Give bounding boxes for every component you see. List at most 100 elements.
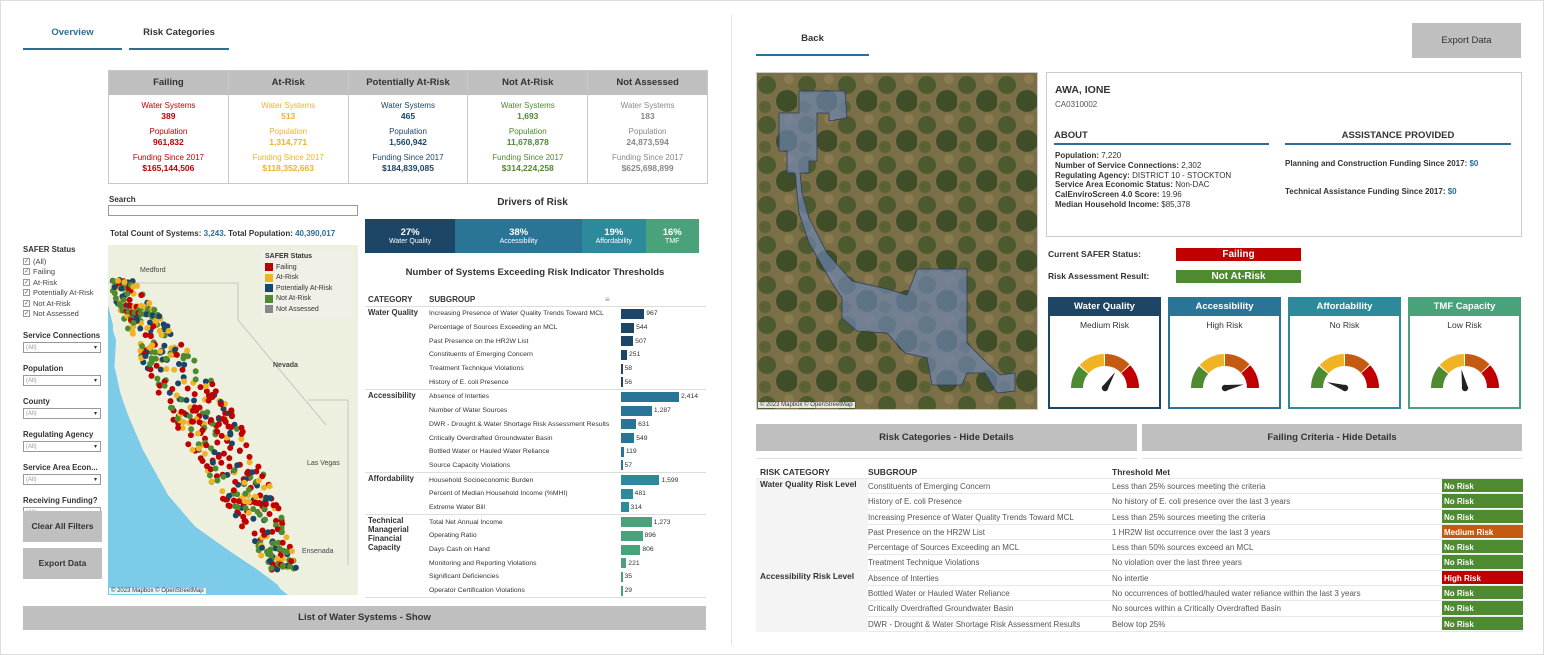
system-point[interactable] xyxy=(232,503,239,510)
exceed-bar[interactable] xyxy=(621,530,643,541)
checkbox[interactable]: ✓ xyxy=(23,310,30,318)
system-point[interactable] xyxy=(255,477,262,484)
exceed-row[interactable]: Constituents of Emerging Concern 251 xyxy=(429,348,706,362)
system-point[interactable] xyxy=(175,380,182,387)
system-point[interactable] xyxy=(154,375,161,382)
exceed-bar[interactable] xyxy=(621,419,637,430)
system-point[interactable] xyxy=(228,424,235,431)
exceed-bar[interactable] xyxy=(621,363,623,374)
filter-dropdown[interactable]: (All) ▾ xyxy=(23,408,101,419)
exceed-row[interactable]: Bottled Water or Hauled Water Reliance 11… xyxy=(429,445,706,459)
exceed-bar[interactable] xyxy=(621,544,641,555)
system-point[interactable] xyxy=(215,453,222,460)
system-point[interactable] xyxy=(255,463,262,470)
export-data-detail-button[interactable]: Export Data xyxy=(1412,23,1521,58)
legend-item[interactable]: At-Risk xyxy=(265,273,349,284)
safer-filter-option[interactable]: ✓ Not At-Risk xyxy=(23,298,103,309)
system-point[interactable] xyxy=(189,407,196,414)
system-point[interactable] xyxy=(194,430,201,437)
exceed-bar[interactable] xyxy=(621,349,628,360)
system-point[interactable] xyxy=(138,302,145,309)
system-point[interactable] xyxy=(184,385,191,392)
exceed-bar[interactable] xyxy=(621,391,679,402)
system-point[interactable] xyxy=(168,404,174,411)
system-point[interactable] xyxy=(147,333,154,340)
system-point[interactable] xyxy=(202,383,209,390)
driver-segment[interactable]: 19% Affordability xyxy=(582,219,646,253)
legend-item[interactable]: Failing xyxy=(265,262,349,273)
system-point[interactable] xyxy=(227,444,234,451)
risk-table-row[interactable]: DWR - Drought & Water Shortage Risk Asse… xyxy=(868,616,1523,632)
system-point[interactable] xyxy=(173,351,180,358)
system-point[interactable] xyxy=(218,432,225,439)
system-point[interactable] xyxy=(258,552,265,559)
system-point[interactable] xyxy=(133,283,140,289)
system-point[interactable] xyxy=(283,534,290,541)
system-point[interactable] xyxy=(197,455,204,462)
exceed-bar[interactable] xyxy=(621,488,633,499)
sort-icon[interactable]: ≡ xyxy=(605,295,610,306)
risk-table-row[interactable]: Constituents of Emerging Concern Less tha… xyxy=(868,479,1523,495)
system-point[interactable] xyxy=(227,429,234,436)
system-point[interactable] xyxy=(191,357,198,364)
system-point[interactable] xyxy=(163,366,170,372)
system-point[interactable] xyxy=(191,397,197,404)
exceed-row[interactable]: Household Socioeconomic Burden 1,599 xyxy=(429,473,706,487)
system-point[interactable] xyxy=(111,284,118,291)
exceed-bar[interactable] xyxy=(621,585,623,596)
system-point[interactable] xyxy=(288,548,295,555)
system-point[interactable] xyxy=(167,352,174,359)
system-point[interactable] xyxy=(120,296,127,303)
system-point[interactable] xyxy=(262,516,268,523)
system-point[interactable] xyxy=(188,426,195,433)
checkbox[interactable]: ✓ xyxy=(23,268,30,276)
exceed-row[interactable]: Treatment Technique Violations 58 xyxy=(429,362,706,376)
system-point[interactable] xyxy=(228,407,235,414)
risk-table-row[interactable]: Bottled Water or Hauled Water Reliance No… xyxy=(868,586,1523,602)
risk-table-row[interactable]: Absence of Interties No intertie High Risk xyxy=(868,570,1523,587)
system-point[interactable] xyxy=(144,325,151,332)
exceed-row[interactable]: Operator Certification Violations 29 xyxy=(429,584,706,598)
system-point[interactable] xyxy=(171,366,178,373)
system-point[interactable] xyxy=(129,330,136,337)
system-point[interactable] xyxy=(267,551,274,558)
satellite-map[interactable]: © 2023 Mapbox © OpenStreetMap xyxy=(756,72,1038,410)
tab-overview[interactable]: Overview xyxy=(23,22,122,50)
system-point[interactable] xyxy=(142,332,149,339)
system-point[interactable] xyxy=(250,506,257,512)
system-point[interactable] xyxy=(169,386,176,392)
system-point[interactable] xyxy=(155,389,162,396)
system-point[interactable] xyxy=(273,502,280,509)
system-point[interactable] xyxy=(236,447,243,454)
system-point[interactable] xyxy=(163,355,170,362)
system-point[interactable] xyxy=(287,563,294,570)
exceed-row[interactable]: Significant Deficiencies 35 xyxy=(429,570,706,584)
exceed-bar[interactable] xyxy=(621,336,634,347)
system-point[interactable] xyxy=(138,292,145,299)
risk-table-row[interactable]: Treatment Technique Violations No violati… xyxy=(868,555,1523,571)
exceed-row[interactable]: Source Capacity Violations 57 xyxy=(429,459,706,473)
system-point[interactable] xyxy=(130,319,137,326)
filter-dropdown[interactable]: (All) ▾ xyxy=(23,474,101,485)
risk-table-row[interactable]: Critically Overdrafted Groundwater Basin… xyxy=(868,601,1523,617)
clear-all-filters-button[interactable]: Clear All Filters xyxy=(23,511,102,542)
legend-item[interactable]: Not Assessed xyxy=(265,304,349,315)
system-point[interactable] xyxy=(208,417,215,423)
system-point[interactable] xyxy=(242,490,249,497)
system-point[interactable] xyxy=(235,498,242,505)
safer-filter-option[interactable]: ✓ Potentially At-Risk xyxy=(23,288,103,299)
system-point[interactable] xyxy=(206,472,213,479)
export-data-button[interactable]: Export Data xyxy=(23,548,102,579)
system-point[interactable] xyxy=(242,505,249,511)
system-point[interactable] xyxy=(147,361,154,367)
system-point[interactable] xyxy=(220,473,227,480)
system-point[interactable] xyxy=(189,446,196,453)
system-point[interactable] xyxy=(276,545,283,552)
system-point[interactable] xyxy=(264,529,271,536)
driver-segment[interactable]: 38% Accessibility xyxy=(455,219,583,253)
system-point[interactable] xyxy=(158,332,165,338)
system-point[interactable] xyxy=(292,564,299,571)
system-point[interactable] xyxy=(118,303,124,310)
exceed-row[interactable]: History of E. coli Presence 56 xyxy=(429,375,706,389)
system-point[interactable] xyxy=(240,513,247,520)
